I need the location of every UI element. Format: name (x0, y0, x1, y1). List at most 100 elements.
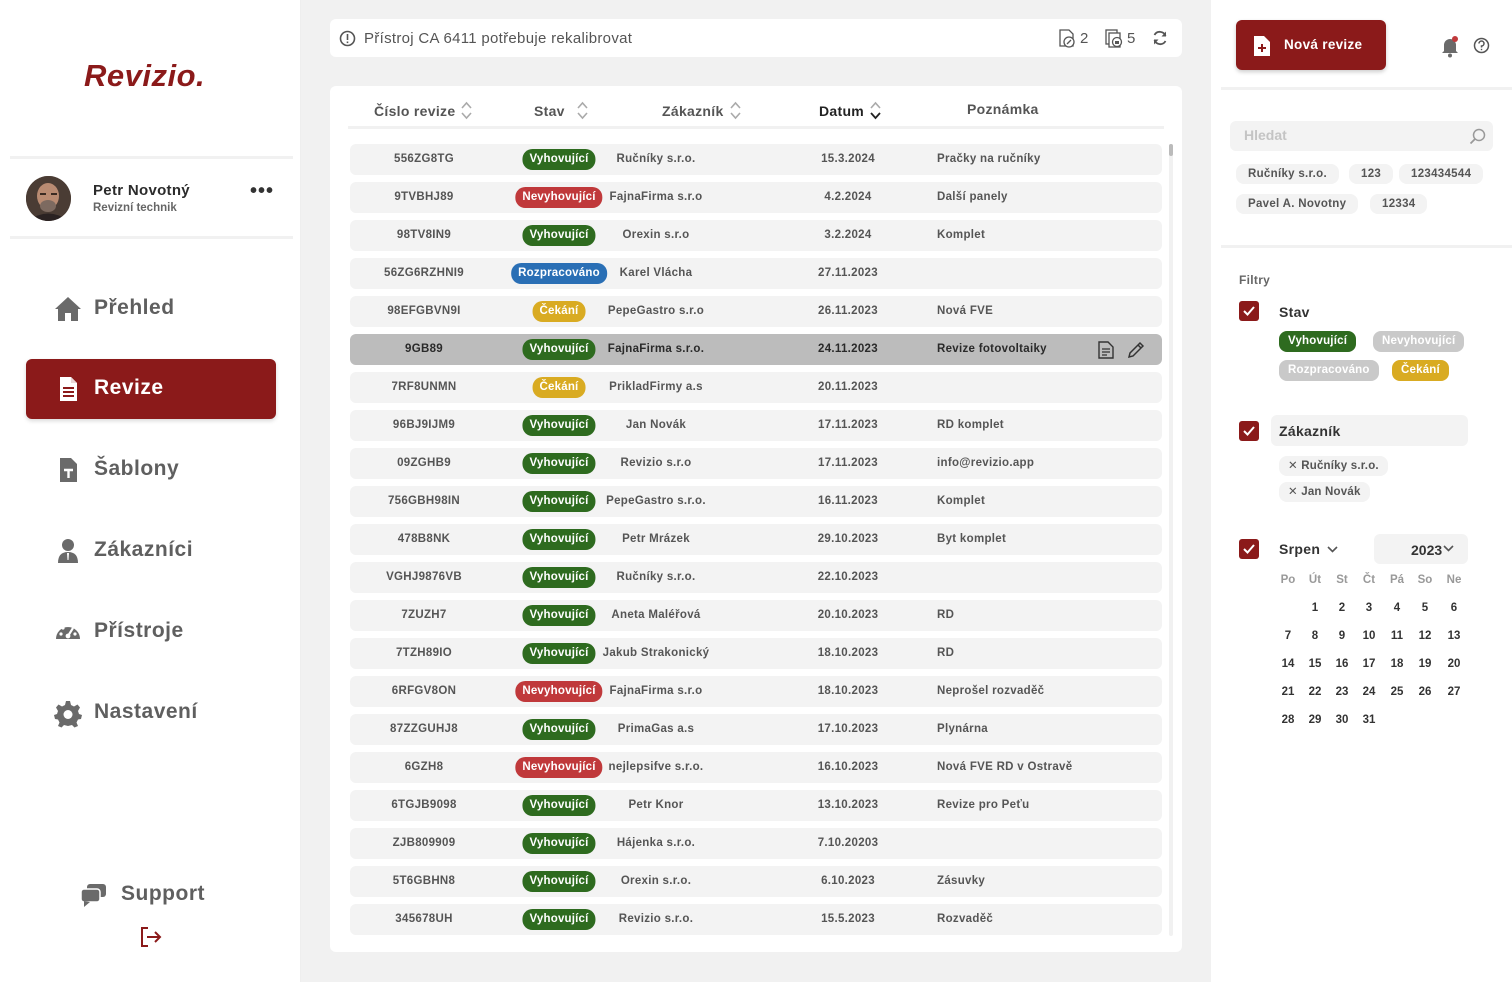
calendar-day[interactable]: 8 (1301, 630, 1329, 642)
doc-count[interactable]: 5 (1105, 28, 1135, 48)
recent-search-chip[interactable]: Ručníky s.r.o. (1236, 164, 1339, 184)
status-tag-cekani[interactable]: Čekání (1392, 360, 1449, 381)
calendar-day[interactable]: 21 (1274, 686, 1302, 698)
search-icon[interactable] (1469, 128, 1486, 145)
year-select[interactable]: 2023 (1374, 534, 1468, 564)
calendar-day[interactable]: 3 (1355, 602, 1383, 614)
device-count[interactable]: 2 (1058, 28, 1088, 48)
table-row[interactable]: 7RF8UNMN Čekání PrikladFirmy a.s 20.11.2023 (350, 372, 1162, 403)
nav-item-pristroje[interactable]: Přístroje (26, 602, 276, 662)
table-row[interactable]: 98EFGBVN9I Čekání PepeGastro s.r.o 26.11.20… (350, 296, 1162, 327)
recent-search-chip[interactable]: Pavel A. Novotny (1236, 194, 1359, 214)
calendar-day[interactable]: 17 (1355, 658, 1383, 670)
scrollbar[interactable] (1169, 144, 1173, 936)
search-input[interactable] (1244, 127, 1444, 143)
column-header-note[interactable]: Poznámka (967, 101, 1039, 117)
calendar-day[interactable]: 28 (1274, 714, 1302, 726)
table-row[interactable]: 98TV8IN9 Vyhovující Orexin s.r.o 3.2.2024 Ko… (350, 220, 1162, 251)
calibration-alert[interactable]: Přístroj CA 6411 potřebuje rekalibrovat … (330, 19, 1182, 57)
month-select[interactable]: Srpen (1279, 541, 1338, 557)
table-row[interactable]: 345678UH Vyhovující Revizio s.r.o. 15.5.202… (350, 904, 1162, 935)
help-icon[interactable] (1473, 37, 1490, 54)
more-options-button[interactable]: ••• (250, 180, 274, 203)
calendar-day[interactable]: 18 (1383, 658, 1411, 670)
search-box[interactable] (1230, 121, 1493, 151)
calendar-day[interactable]: 20 (1440, 658, 1468, 670)
user-profile[interactable]: Petr Novotný Revizní technik ••• (26, 176, 286, 224)
table-row[interactable]: 6TGJB9098 Vyhovující Petr Knor 13.10.2023 Re… (350, 790, 1162, 821)
recent-search-chip[interactable]: 12334 (1370, 194, 1428, 214)
calendar-day[interactable]: 19 (1411, 658, 1439, 670)
calendar-day[interactable]: 12 (1411, 630, 1439, 642)
table-row[interactable]: 6RFGV8ON Nevyhovující FajnaFirma s.r.o 18.1… (350, 676, 1162, 707)
calendar-day[interactable]: 5 (1411, 602, 1439, 614)
calendar-day[interactable]: 1 (1301, 602, 1329, 614)
calendar-day[interactable]: 30 (1328, 714, 1356, 726)
table-row[interactable]: 9TVBHJ89 Nevyhovující FajnaFirma s.r.o 4.2.… (350, 182, 1162, 213)
nav-item-nastaveni[interactable]: Nastavení (26, 683, 276, 743)
nav-item-revize[interactable]: Revize (26, 359, 276, 419)
nav-item-zakaznici[interactable]: Zákazníci (26, 521, 276, 581)
column-header-id[interactable]: Číslo revize (374, 101, 473, 120)
table-row[interactable]: 7ZUZH7 Vyhovující Aneta Maléřová 20.10.2023… (350, 600, 1162, 631)
remove-icon[interactable]: ✕ (1288, 486, 1301, 498)
recent-search-chip[interactable]: 123 (1349, 164, 1394, 184)
edit-icon[interactable] (1127, 341, 1145, 359)
calendar-day[interactable]: 23 (1328, 686, 1356, 698)
table-row[interactable]: 478B8NK Vyhovující Petr Mrázek 29.10.2023 By… (350, 524, 1162, 555)
table-row[interactable]: VGHJ9876VB Vyhovující Ručníky s.r.o. 22.10.… (350, 562, 1162, 593)
calendar-day[interactable]: 2 (1328, 602, 1356, 614)
selected-customer-chip[interactable]: ✕ Jan Novák (1279, 482, 1370, 502)
calendar-day[interactable]: 27 (1440, 686, 1468, 698)
date-filter-checkbox[interactable] (1239, 539, 1259, 559)
calendar-day[interactable]: 14 (1274, 658, 1302, 670)
app-logo[interactable]: Revizio. (84, 58, 205, 94)
status-tag-vyhovujici[interactable]: Vyhovující (1279, 331, 1357, 352)
calendar-day[interactable]: 31 (1355, 714, 1383, 726)
calendar-day[interactable]: 4 (1383, 602, 1411, 614)
calendar-day[interactable]: 6 (1440, 602, 1468, 614)
customer-filter-input[interactable]: Zákazník (1271, 415, 1468, 446)
calendar-day[interactable]: 22 (1301, 686, 1329, 698)
nav-item-sablony[interactable]: Šablony (26, 440, 276, 500)
column-header-customer[interactable]: Zákazník (662, 101, 741, 120)
calendar-day[interactable]: 10 (1355, 630, 1383, 642)
table-row[interactable]: ZJB809909 Vyhovující Hájenka s.r.o. 7.10.20… (350, 828, 1162, 859)
calendar-day[interactable]: 13 (1440, 630, 1468, 642)
new-revision-button[interactable]: Nová revize (1236, 20, 1386, 70)
calendar-day[interactable]: 9 (1328, 630, 1356, 642)
customer-filter-checkbox[interactable] (1239, 421, 1259, 441)
bell-icon[interactable] (1440, 36, 1460, 58)
remove-icon[interactable]: ✕ (1288, 460, 1301, 472)
support-link[interactable]: Support (80, 880, 240, 910)
table-row[interactable]: 556ZG8TG Vyhovující Ručníky s.r.o. 15.3.202… (350, 144, 1162, 175)
selected-customer-chip[interactable]: ✕ Ručníky s.r.o. (1279, 456, 1388, 476)
table-row[interactable]: 5T6GBHN8 Vyhovující Orexin s.r.o. 6.10.2023… (350, 866, 1162, 897)
logout-icon[interactable] (139, 926, 163, 948)
table-row[interactable]: 6GZH8 Nevyhovující nejlepsifve s.r.o. 16.10… (350, 752, 1162, 783)
calendar-day[interactable]: 26 (1411, 686, 1439, 698)
calendar-day[interactable]: 24 (1355, 686, 1383, 698)
calendar-day[interactable]: 16 (1328, 658, 1356, 670)
table-row[interactable]: 09ZGHB9 Vyhovující Revizio s.r.o 17.11.2023… (350, 448, 1162, 479)
table-row[interactable]: 9GB89 Vyhovující FajnaFirma s.r.o. 24.11.20… (350, 334, 1162, 365)
column-header-status[interactable]: Stav (534, 101, 588, 120)
table-row[interactable]: 56ZG6RZHNI9 Rozpracováno Karel Vlácha 27.11… (350, 258, 1162, 289)
calendar-day[interactable]: 11 (1383, 630, 1411, 642)
calendar-day[interactable]: 25 (1383, 686, 1411, 698)
calendar-day[interactable]: 15 (1301, 658, 1329, 670)
nav-item-prehled[interactable]: Přehled (26, 279, 276, 339)
status-tag-nevyhovujici[interactable]: Nevyhovující (1373, 331, 1465, 352)
table-row[interactable]: 756GBH98IN Vyhovující PepeGastro s.r.o. 16.… (350, 486, 1162, 517)
table-row[interactable]: 96BJ9IJM9 Vyhovující Jan Novák 17.11.2023 RD… (350, 410, 1162, 441)
column-header-date[interactable]: Datum (819, 101, 881, 120)
refresh-icon[interactable] (1152, 30, 1168, 46)
calendar-day[interactable]: 7 (1274, 630, 1302, 642)
table-row[interactable]: 7TZH89IO Vyhovující Jakub Strakonický 18.10… (350, 638, 1162, 669)
status-tag-rozpracovano[interactable]: Rozpracováno (1279, 360, 1379, 381)
calendar-day[interactable]: 29 (1301, 714, 1329, 726)
status-filter-checkbox[interactable] (1239, 301, 1259, 321)
scrollbar-thumb[interactable] (1169, 144, 1173, 156)
view-document-icon[interactable] (1098, 341, 1114, 359)
recent-search-chip[interactable]: 123434544 (1399, 164, 1484, 184)
